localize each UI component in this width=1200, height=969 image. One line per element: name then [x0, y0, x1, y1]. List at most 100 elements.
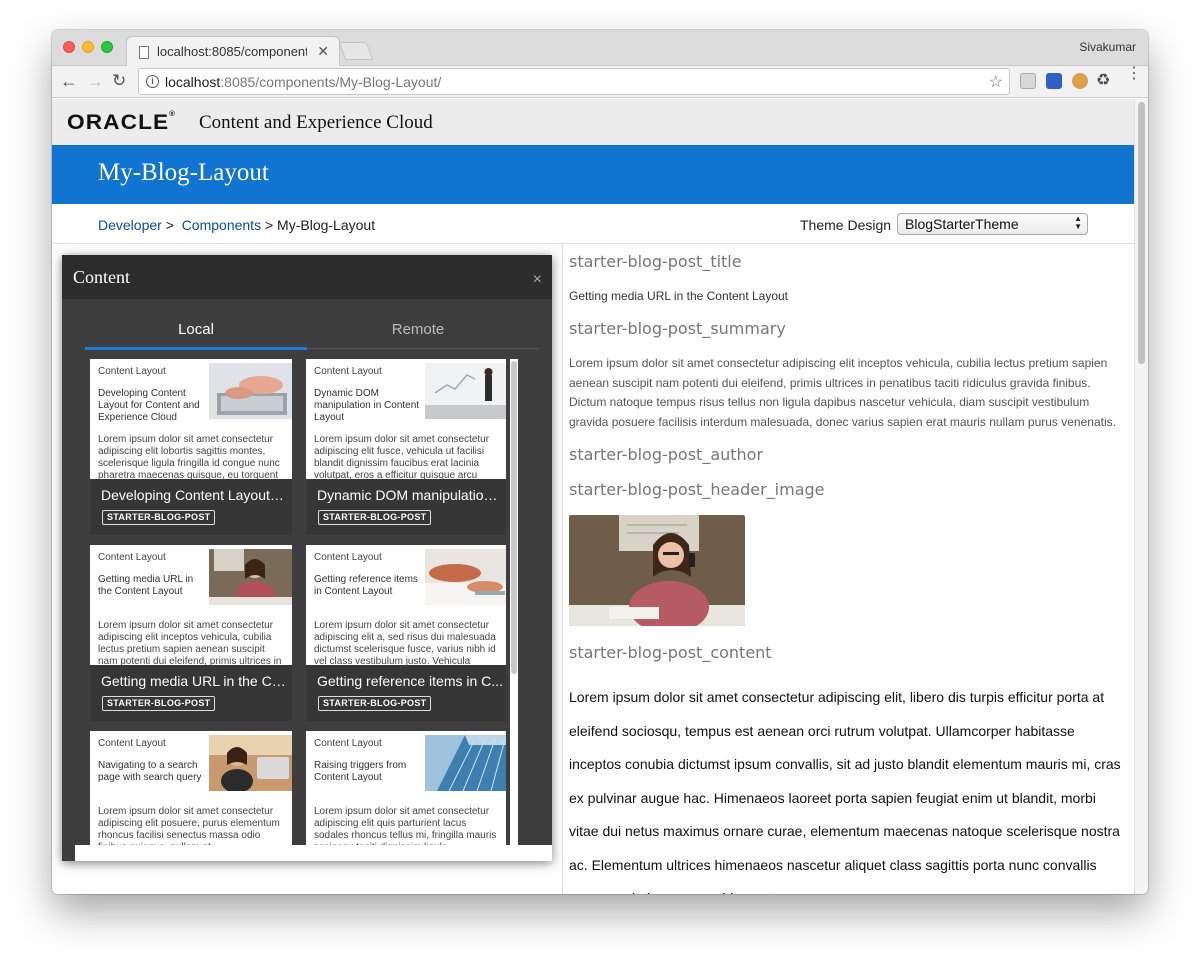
close-icon[interactable]: × — [533, 271, 542, 289]
summary-field-value: Lorem ipsum dolor sit amet consectetur a… — [569, 356, 1116, 429]
content-card[interactable]: Content Layout Navigating to a search pa… — [90, 731, 292, 845]
forward-arrow-icon[interactable]: → — [86, 70, 104, 92]
content-field-label: starter-blog-post_content — [569, 643, 772, 662]
info-icon[interactable]: i — [146, 75, 159, 88]
card-overlay: Developing Content Layout f... STARTER-B… — [90, 479, 292, 535]
content-panel-title: Content — [73, 267, 130, 287]
extension-icon[interactable] — [1072, 73, 1088, 89]
building-thumbnail — [425, 735, 506, 791]
card-type: Content Layout — [98, 366, 166, 377]
layout-preview: starter-blog-post_title Getting media UR… — [562, 244, 1134, 894]
woman-laptop-thumbnail — [209, 735, 292, 791]
card-type: Content Layout — [314, 552, 382, 563]
card-overlay-title: Getting reference items in C... — [317, 673, 503, 689]
minimize-window-button[interactable] — [82, 41, 94, 53]
content-panel-header: Content × — [62, 255, 552, 299]
card-name: Developing Content Layout for Content an… — [98, 388, 200, 423]
author-field-label: starter-blog-post_author — [569, 445, 764, 464]
new-tab-button[interactable] — [338, 42, 374, 60]
card-name: Getting reference items in Content Layou… — [314, 574, 418, 597]
panel-scrollbar[interactable] — [510, 359, 518, 845]
close-window-button[interactable] — [63, 41, 75, 53]
extension-icon[interactable] — [1046, 73, 1062, 89]
content-card[interactable]: Content Layout Dynamic DOM manipulation … — [306, 359, 506, 535]
title-field-label: starter-blog-post_title — [569, 252, 742, 271]
extension-icon[interactable] — [1020, 73, 1036, 89]
content-card-grid: Content Layout Developing Content Layout… — [90, 359, 506, 845]
recycle-extension-icon[interactable]: ♻ — [1096, 70, 1112, 89]
card-type: Content Layout — [98, 738, 166, 749]
card-type-badge: STARTER-BLOG-POST — [102, 510, 216, 525]
card-name: Getting media URL in the Content Layout — [98, 574, 194, 597]
oracle-header: ORACLE® Content and Experience Cloud — [52, 99, 1134, 145]
summary-field-label: starter-blog-post_summary — [569, 319, 786, 338]
browser-tab[interactable]: localhost:8085/components/M ✕ — [126, 36, 340, 67]
panel-scroll-thumb[interactable] — [511, 361, 517, 674]
reload-icon[interactable]: ↻ — [112, 70, 126, 92]
back-arrow-icon[interactable]: ← — [60, 70, 78, 92]
header-image-field-label: starter-blog-post_header_image — [569, 480, 825, 499]
page-scrollbar[interactable] — [1134, 99, 1148, 894]
card-body: Lorem ipsum dolor sit amet consectetur a… — [98, 434, 280, 481]
header-image — [569, 515, 745, 626]
breadcrumb-current: My-Blog-Layout — [277, 217, 376, 233]
card-type: Content Layout — [314, 366, 382, 377]
card-overlay-title: Developing Content Layout f... — [101, 487, 287, 503]
card-name: Navigating to a search page with search … — [98, 760, 202, 783]
laptop-hands-thumbnail — [209, 363, 292, 419]
card-overlay-title: Dynamic DOM manipulation i... — [317, 487, 503, 503]
content-tabs: Local Remote — [85, 315, 539, 350]
card-type-badge: STARTER-BLOG-POST — [318, 510, 432, 525]
tab-title: localhost:8085/components/M — [157, 44, 307, 59]
browser-menu-icon[interactable]: ⋮ — [1126, 66, 1142, 82]
browser-window: localhost:8085/components/M ✕ Sivakumar … — [52, 30, 1148, 894]
card-body: Lorem ipsum dolor sit amet consectetur a… — [314, 434, 490, 481]
content-card[interactable]: Content Layout Developing Content Layout… — [90, 359, 292, 535]
page-banner: My-Blog-Layout — [52, 145, 1134, 204]
panel-footer — [75, 845, 552, 861]
content-card[interactable]: Content Layout Getting media URL in the … — [90, 545, 292, 721]
content-card[interactable]: Content Layout Raising triggers from Con… — [306, 731, 506, 845]
select-arrows-icon: ▲ ▼ — [1074, 214, 1082, 231]
url-text[interactable]: localhost:8085/components/My-Blog-Layout… — [165, 74, 441, 90]
breadcrumb-bar: Developer > Components > My-Blog-Layout … — [52, 204, 1134, 244]
title-bar: localhost:8085/components/M ✕ Sivakumar — [52, 30, 1148, 67]
card-type-badge: STARTER-BLOG-POST — [102, 696, 216, 711]
tab-remote[interactable]: Remote — [307, 321, 529, 338]
page-icon — [139, 46, 149, 59]
presenter-thumbnail — [425, 363, 506, 419]
card-overlay: Getting reference items in C... STARTER-… — [306, 665, 506, 721]
content-card[interactable]: Content Layout Getting reference items i… — [306, 545, 506, 721]
bookmark-star-icon[interactable]: ☆ — [989, 72, 1003, 92]
theme-design-label: Theme Design — [800, 217, 892, 233]
card-type: Content Layout — [314, 738, 382, 749]
card-type: Content Layout — [98, 552, 166, 563]
content-field-value: Lorem ipsum dolor sit amet consectetur a… — [569, 689, 1121, 894]
card-type-badge: STARTER-BLOG-POST — [318, 696, 432, 711]
card-body: Lorem ipsum dolor sit amet consectetur a… — [98, 806, 280, 845]
oracle-logo: ORACLE® — [67, 111, 176, 134]
breadcrumb: Developer > Components > My-Blog-Layout — [98, 217, 376, 233]
browser-toolbar: ← → ↻ i localhost:8085/components/My-Blo… — [52, 66, 1148, 98]
profile-name[interactable]: Sivakumar — [1079, 40, 1136, 54]
address-bar[interactable]: i localhost:8085/components/My-Blog-Layo… — [138, 68, 1010, 95]
page-title: My-Blog-Layout — [98, 159, 269, 186]
breadcrumb-components[interactable]: Components — [182, 217, 261, 233]
product-name: Content and Experience Cloud — [199, 112, 433, 133]
desk-hands-thumbnail — [425, 549, 506, 605]
breadcrumb-developer[interactable]: Developer — [98, 217, 162, 233]
card-overlay: Getting media URL in the Co... STARTER-B… — [90, 665, 292, 721]
web-page: ORACLE® Content and Experience Cloud My-… — [52, 99, 1134, 894]
tab-close-icon[interactable]: ✕ — [317, 43, 329, 60]
card-overlay: Dynamic DOM manipulation i... STARTER-BL… — [306, 479, 506, 535]
card-name: Raising triggers from Content Layout — [314, 760, 407, 783]
tab-local[interactable]: Local — [85, 321, 307, 338]
content-panel: Content × Local Remote Content Layout De… — [62, 255, 552, 861]
active-tab-indicator — [85, 347, 307, 350]
page-scroll-thumb[interactable] — [1138, 102, 1145, 364]
card-overlay-title: Getting media URL in the Co... — [101, 673, 287, 689]
maximize-window-button[interactable] — [101, 41, 113, 53]
title-field-value: Getting media URL in the Content Layout — [569, 289, 789, 303]
theme-design-select[interactable]: BlogStarterTheme ▲ ▼ — [897, 213, 1088, 235]
card-name: Dynamic DOM manipulation in Content Layo… — [314, 388, 420, 423]
